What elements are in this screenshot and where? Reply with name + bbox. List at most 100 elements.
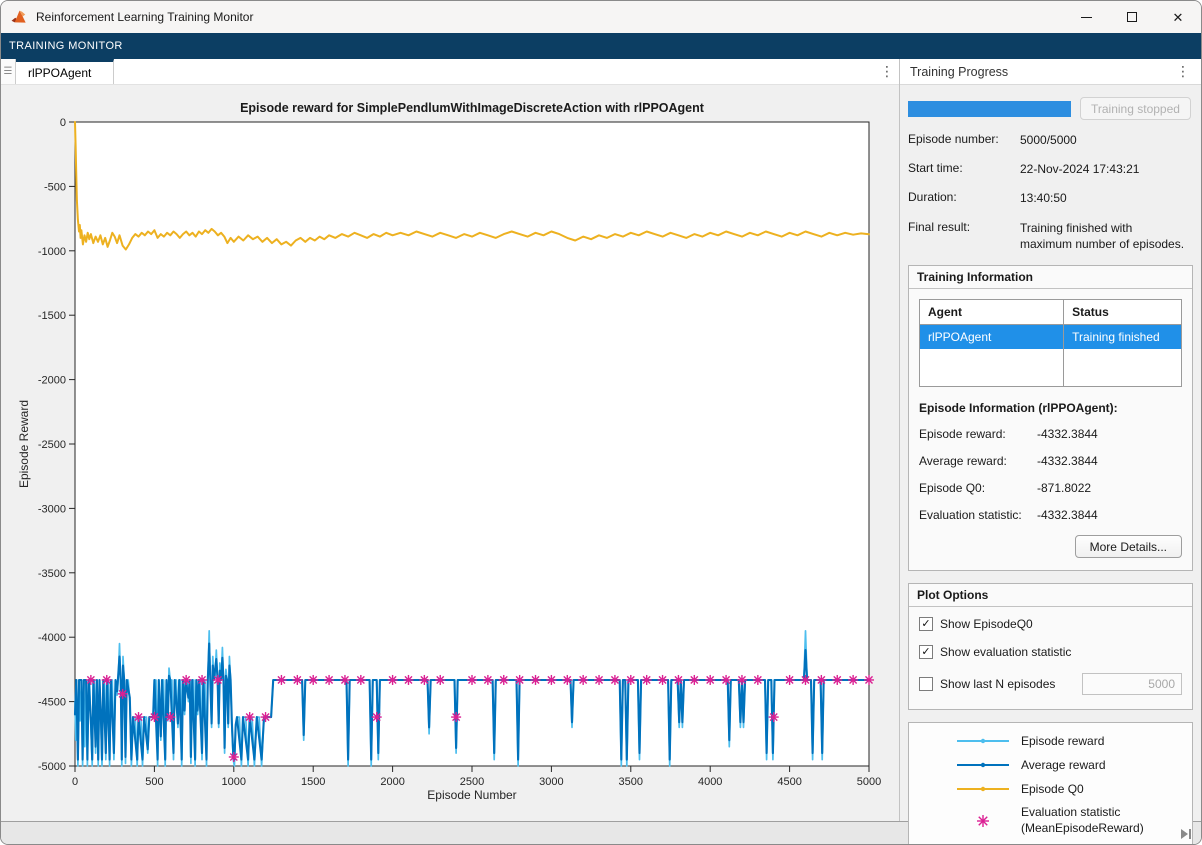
stat-label: Episode reward:: [919, 427, 1037, 441]
x-tick-label: 3500: [619, 776, 643, 788]
stat-average-reward: Average reward: -4332.3844: [919, 454, 1182, 468]
field-label: Start time:: [908, 161, 1020, 177]
close-icon: ✕: [1173, 11, 1184, 24]
field-value: 5000/5000: [1020, 132, 1186, 148]
column-agent: Agent: [920, 299, 1064, 324]
training-information-group: Training Information Agent Status rlPPOA…: [908, 265, 1193, 572]
more-details-label: More Details...: [1090, 540, 1167, 554]
training-stopped-label: Training stopped: [1091, 102, 1180, 116]
legend-item-evaluation-statistic: Evaluation statistic (MeanEpisodeReward): [955, 805, 1192, 836]
document-area: ☰ rlPPOAgent ⋮ 0500100015002000250030003…: [1, 59, 899, 821]
episode-reward-chart: 0500100015002000250030003500400045005000…: [1, 85, 899, 821]
table-row-rlppoagent[interactable]: rlPPOAgent Training finished: [920, 324, 1182, 349]
last-n-episodes-input: [1082, 673, 1182, 695]
more-details-button[interactable]: More Details...: [1075, 535, 1182, 558]
checkbox-row-show-evaluation-statistic[interactable]: ✓ Show evaluation statistic: [919, 645, 1182, 659]
cell-status: Training finished: [1064, 324, 1182, 349]
legend-asterisk-icon: [955, 813, 1011, 829]
training-information-title: Training Information: [909, 266, 1192, 289]
legend-item-average-reward: Average reward: [955, 757, 1192, 773]
stat-evaluation-statistic: Evaluation statistic: -4332.3844: [919, 508, 1182, 522]
field-label: Duration:: [908, 190, 1020, 206]
panel-header: Training Progress ⋮: [900, 59, 1201, 85]
matlab-logo-icon: [11, 9, 28, 26]
document-tabstrip: ☰ rlPPOAgent ⋮: [1, 59, 899, 85]
field-start-time: Start time: 22-Nov-2024 17:43:21: [908, 161, 1193, 177]
toolstrip-label: TRAINING MONITOR: [9, 40, 123, 52]
checkbox-row-show-last-n-episodes[interactable]: Show last N episodes: [919, 673, 1182, 695]
field-label: Final result:: [908, 220, 1020, 252]
x-tick-label: 1500: [301, 776, 325, 788]
y-tick-label: -5000: [38, 761, 66, 773]
table-header-row: Agent Status: [920, 299, 1182, 324]
toolstrip-tab-training-monitor[interactable]: TRAINING MONITOR: [1, 33, 1201, 59]
chart-xlabel: Episode Number: [427, 788, 516, 802]
legend-label: Episode Q0: [1021, 782, 1084, 798]
stat-value: -4332.3844: [1037, 427, 1098, 441]
field-label: Episode number:: [908, 132, 1020, 148]
window-title: Reinforcement Learning Training Monitor: [36, 10, 253, 24]
tab-rlppoagent[interactable]: rlPPOAgent: [16, 59, 114, 84]
episode-info-title: Episode Information (rlPPOAgent):: [919, 401, 1182, 415]
stat-label: Episode Q0:: [919, 481, 1037, 495]
stat-label: Average reward:: [919, 454, 1037, 468]
x-tick-label: 1000: [222, 776, 246, 788]
x-tick-label: 4000: [698, 776, 722, 788]
panel-title: Training Progress: [910, 65, 1008, 79]
agent-status-table: Agent Status rlPPOAgent Training finishe…: [919, 299, 1182, 388]
field-duration: Duration: 13:40:50: [908, 190, 1193, 206]
panel-actions-menu-icon[interactable]: ⋮: [1171, 63, 1195, 80]
x-tick-label: 2500: [460, 776, 484, 788]
y-tick-label: 0: [60, 117, 66, 129]
legend-item-episode-q0: Episode Q0: [955, 781, 1192, 797]
checkbox-label: Show last N episodes: [940, 677, 1055, 691]
y-tick-label: -2500: [38, 439, 66, 451]
x-tick-label: 5000: [857, 776, 881, 788]
training-stopped-button: Training stopped: [1080, 97, 1191, 120]
progress-row: Training stopped: [908, 97, 1193, 120]
minimize-button[interactable]: [1063, 1, 1109, 33]
stat-value: -4332.3844: [1037, 454, 1098, 468]
document-actions-menu-icon[interactable]: ⋮: [875, 59, 899, 84]
tabstrip-filler: [114, 59, 875, 84]
training-progress-panel: Training Progress ⋮ Training stopped Epi…: [899, 59, 1201, 821]
chart-title: Episode reward for SimplePendlumWithImag…: [240, 101, 705, 115]
stat-label: Evaluation statistic:: [919, 508, 1037, 522]
checkbox-show-episodeq0[interactable]: ✓: [919, 617, 933, 631]
column-status: Status: [1064, 299, 1182, 324]
checkbox-show-evaluation-statistic[interactable]: ✓: [919, 645, 933, 659]
checkbox-label: Show EpisodeQ0: [940, 617, 1033, 631]
checkbox-show-last-n-episodes[interactable]: [919, 677, 933, 691]
training-progress-bar: [908, 101, 1071, 117]
cell-agent: rlPPOAgent: [920, 324, 1064, 349]
panel-body: Training stopped Episode number: 5000/50…: [900, 85, 1201, 845]
plot-background: [75, 122, 869, 766]
x-tick-label: 4500: [777, 776, 801, 788]
chart-ylabel: Episode Reward: [17, 400, 31, 488]
y-tick-label: -1000: [38, 246, 66, 258]
close-button[interactable]: ✕: [1155, 1, 1201, 33]
legend-line-episode-reward-icon: [955, 733, 1011, 749]
maximize-button[interactable]: [1109, 1, 1155, 33]
field-final-result: Final result: Training finished with max…: [908, 220, 1193, 252]
checkbox-row-show-episodeq0[interactable]: ✓ Show EpisodeQ0: [919, 617, 1182, 631]
field-value: Training finished with maximum number of…: [1020, 220, 1186, 252]
field-value: 13:40:50: [1020, 190, 1186, 206]
figure-area: 0500100015002000250030003500400045005000…: [1, 85, 899, 821]
legend-label: Episode reward: [1021, 734, 1104, 750]
checkbox-label: Show evaluation statistic: [940, 645, 1071, 659]
legend-line-average-reward-icon: [955, 757, 1011, 773]
legend-label: Evaluation statistic (MeanEpisodeReward): [1021, 805, 1144, 836]
legend-label: Average reward: [1021, 758, 1106, 774]
main-area: ☰ rlPPOAgent ⋮ 0500100015002000250030003…: [1, 59, 1201, 821]
plot-options-group: Plot Options ✓ Show EpisodeQ0 ✓ Show eva…: [908, 583, 1193, 710]
chart-legend: Episode reward Average reward Episode Q0…: [908, 722, 1193, 845]
y-tick-label: -2000: [38, 375, 66, 387]
app-window: Reinforcement Learning Training Monitor …: [0, 0, 1202, 845]
minimize-icon: [1081, 17, 1092, 18]
legend-line-episode-q0-icon: [955, 781, 1011, 797]
expand-panel-icon[interactable]: [1179, 828, 1193, 840]
tab-grip-handle[interactable]: ☰: [1, 59, 16, 84]
x-tick-label: 500: [145, 776, 163, 788]
stat-episode-reward: Episode reward: -4332.3844: [919, 427, 1182, 441]
